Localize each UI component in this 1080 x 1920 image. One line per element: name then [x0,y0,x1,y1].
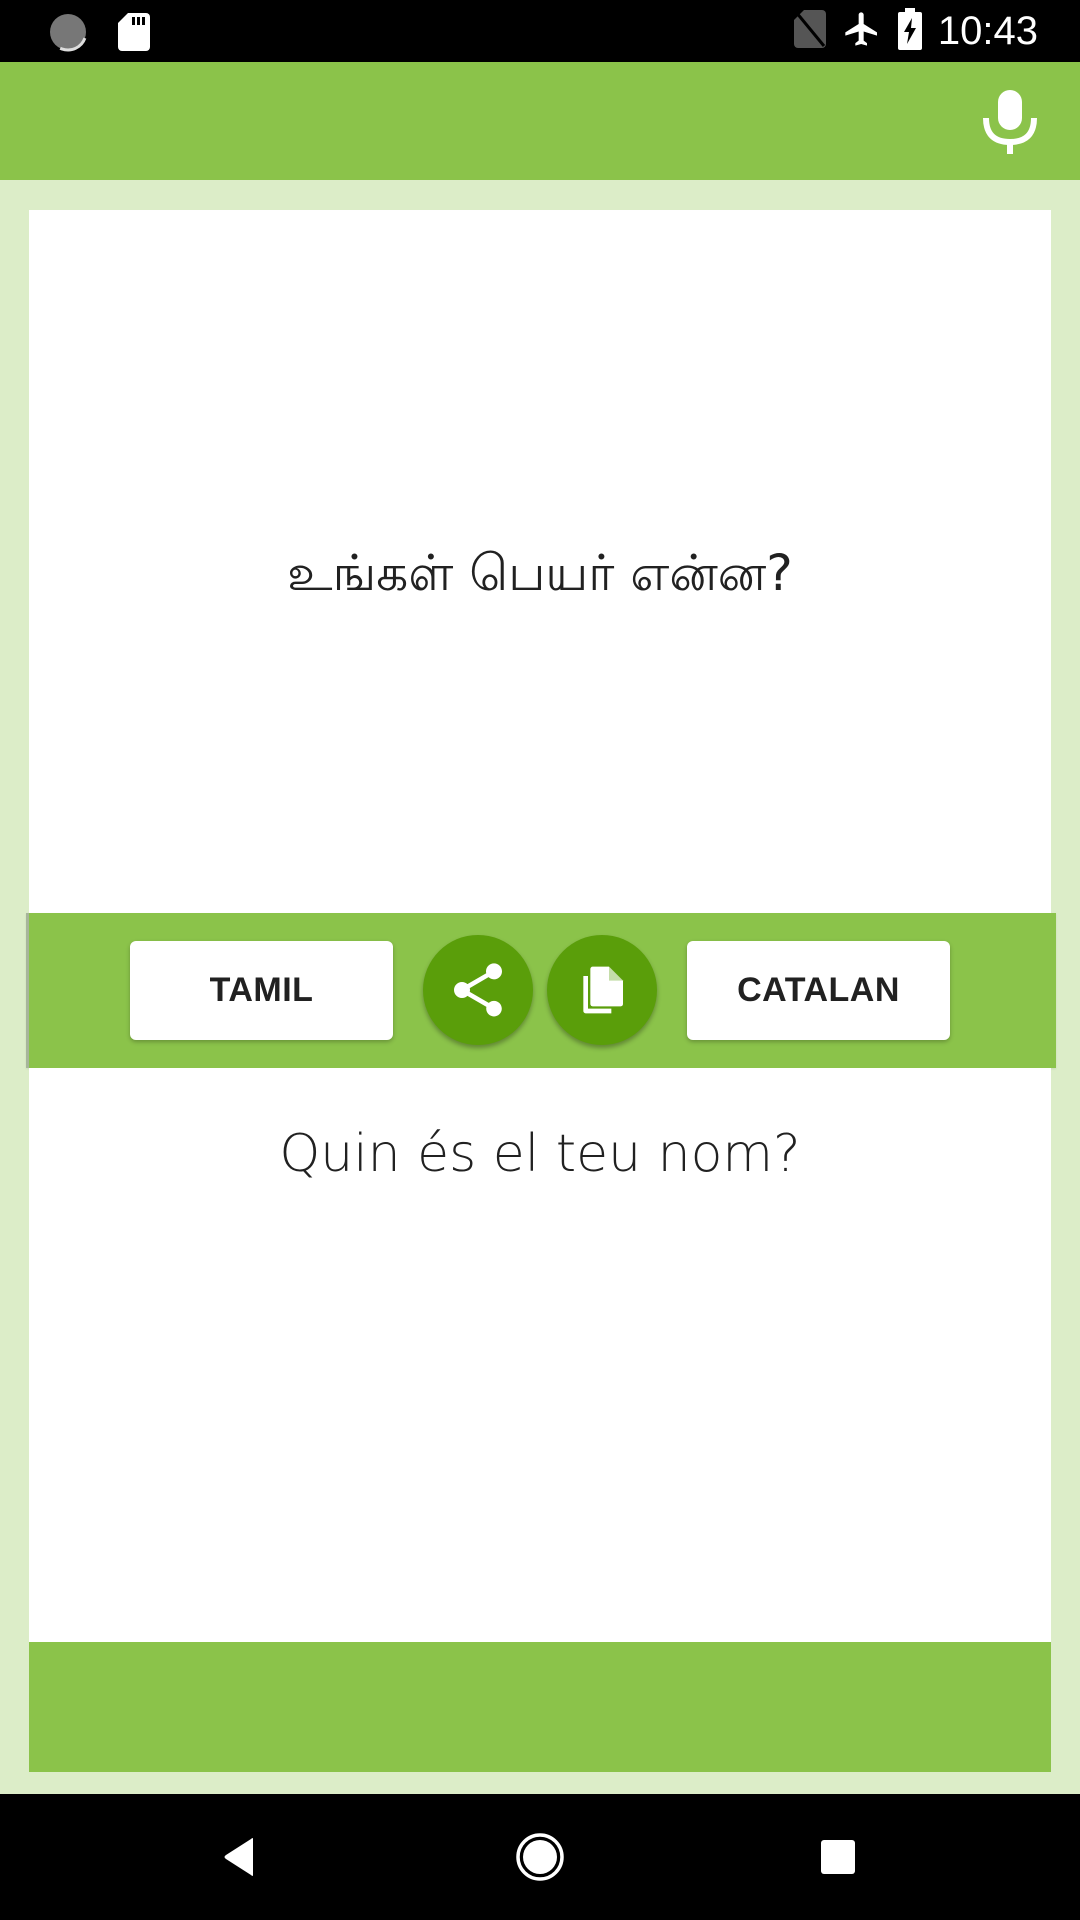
source-language-button[interactable]: TAMIL [130,941,393,1040]
recents-icon [821,1840,855,1874]
microphone-button[interactable] [980,88,1040,158]
copy-icon [583,966,623,1014]
status-time: 10:43 [937,8,1038,53]
back-icon [224,1838,253,1876]
target-text-panel[interactable]: Quin és el teu nom? [29,1068,1051,1642]
language-toolbar: TAMIL CATALAN [26,913,1056,1068]
recents-button[interactable] [803,1822,873,1892]
sd-card-icon [118,13,150,56]
microphone-icon [983,90,1037,154]
back-button[interactable] [205,1822,275,1892]
home-icon [516,1833,564,1881]
home-button[interactable] [505,1822,575,1892]
navigation-bar [0,1794,1080,1920]
source-text-panel[interactable]: உங்கள் பெயர் என்ன? [29,210,1051,913]
share-icon [454,963,502,1017]
target-language-button[interactable]: CATALAN [687,941,950,1040]
sync-icon [48,12,88,57]
translated-text: Quin és el teu nom? [279,1124,801,1184]
app-bar [0,62,1080,180]
no-sim-icon [793,9,826,53]
share-button[interactable] [423,935,533,1045]
battery-charging-icon [897,7,922,55]
airplane-mode-icon [842,8,882,55]
bottom-banner [29,1642,1051,1772]
copy-button[interactable] [547,935,657,1045]
status-bar: 10:43 [0,0,1080,62]
source-text: உங்கள் பெயர் என்ன? [287,544,793,602]
